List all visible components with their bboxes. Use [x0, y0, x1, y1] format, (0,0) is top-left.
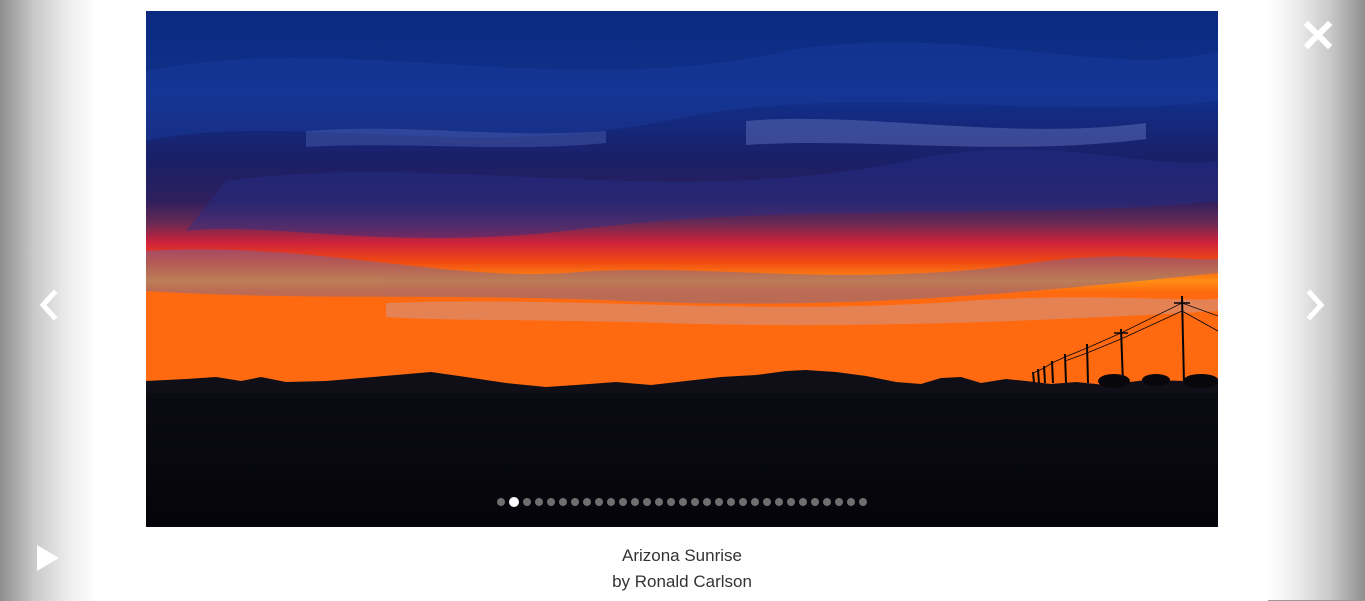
- slide-dot-active[interactable]: [509, 497, 519, 507]
- slide-dot[interactable]: [859, 498, 867, 506]
- photo-caption: Arizona Sunrise by Ronald Carlson: [146, 543, 1218, 595]
- slide-dot[interactable]: [763, 498, 771, 506]
- slide-dot[interactable]: [619, 498, 627, 506]
- close-icon: [1303, 20, 1333, 50]
- slide-dot[interactable]: [497, 498, 505, 506]
- slide-dot[interactable]: [751, 498, 759, 506]
- next-button[interactable]: [1298, 288, 1330, 322]
- slide-dot[interactable]: [715, 498, 723, 506]
- slide-dot[interactable]: [583, 498, 591, 506]
- close-button[interactable]: [1301, 18, 1335, 52]
- slide-dot[interactable]: [523, 498, 531, 506]
- slide-dot[interactable]: [667, 498, 675, 506]
- play-icon: [37, 545, 59, 571]
- slide-dot[interactable]: [643, 498, 651, 506]
- slide-dot[interactable]: [811, 498, 819, 506]
- slide-dot[interactable]: [631, 498, 639, 506]
- slide-dot[interactable]: [799, 498, 807, 506]
- slide-dot[interactable]: [535, 498, 543, 506]
- slide-dot[interactable]: [655, 498, 663, 506]
- slide-dot[interactable]: [607, 498, 615, 506]
- slide-dot[interactable]: [847, 498, 855, 506]
- slide-dot[interactable]: [739, 498, 747, 506]
- photo-frame: [146, 11, 1218, 527]
- photo-image: [146, 11, 1218, 527]
- slide-dot[interactable]: [775, 498, 783, 506]
- slide-dot[interactable]: [595, 498, 603, 506]
- slide-dot[interactable]: [679, 498, 687, 506]
- slide-dot[interactable]: [571, 498, 579, 506]
- chevron-right-icon: [1306, 289, 1325, 321]
- play-button[interactable]: [32, 542, 64, 574]
- slide-dot[interactable]: [823, 498, 831, 506]
- slide-dot[interactable]: [835, 498, 843, 506]
- slide-dot[interactable]: [727, 498, 735, 506]
- slide-dot[interactable]: [547, 498, 555, 506]
- slide-dot[interactable]: [703, 498, 711, 506]
- lightbox: Arizona Sunrise by Ronald Carlson: [0, 0, 1365, 601]
- previous-button[interactable]: [34, 288, 66, 322]
- chevron-left-icon: [39, 289, 58, 321]
- slide-indicator: [146, 497, 1218, 507]
- photo-title: Arizona Sunrise: [621, 546, 742, 565]
- photo-byline: by Ronald Carlson: [612, 572, 752, 591]
- slide-dot[interactable]: [691, 498, 699, 506]
- slide-dot[interactable]: [787, 498, 795, 506]
- slide-dot[interactable]: [559, 498, 567, 506]
